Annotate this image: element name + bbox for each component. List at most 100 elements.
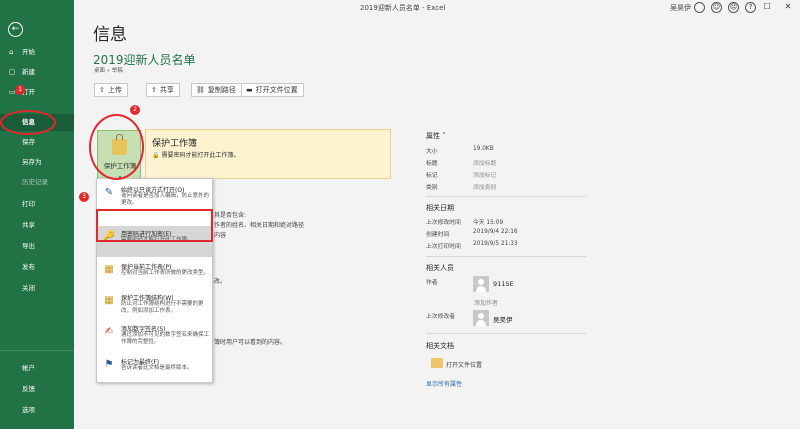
nav-item-label: 发布 — [22, 263, 35, 271]
copy-path-label: 复制路径 — [207, 86, 236, 94]
nav-item-close[interactable]: 关闭 — [0, 280, 74, 297]
prop-value: 2019/9/4 22:16 — [473, 229, 518, 235]
workbook-structure-icon: ▦ — [104, 295, 114, 306]
prop-key: 大小 — [426, 149, 438, 155]
last-modified-by-name: 吴昊伊 — [493, 316, 513, 324]
prop-category: 类别 添加类别 — [426, 182, 626, 192]
user-avatar-icon[interactable] — [694, 2, 705, 13]
prop-key: 上次修改者 — [426, 314, 455, 320]
protect-workbook-title: 保护工作簿 — [152, 139, 198, 149]
menu-item-protect-workbook-structure[interactable]: ▦ 保护工作簿结构(W) 防止对工作簿结构进行不需要的更改，例如添加工作表。 — [97, 290, 212, 321]
nav-item-open[interactable]: ▭ 打开 — [0, 84, 74, 101]
copy-path-button[interactable]: ⛓ 复制路径 — [191, 83, 242, 97]
open-file-location-link[interactable]: 打开文件位置 — [446, 360, 482, 369]
upload-icon: ⇧ — [99, 86, 105, 94]
restore-button[interactable]: ☐ — [758, 0, 776, 14]
divider — [426, 333, 586, 334]
close-window-button[interactable]: ✕ — [779, 0, 797, 14]
minimize-button[interactable] — [738, 0, 756, 14]
related-dates-title: 相关日期 — [426, 204, 454, 212]
annotation-badge-2: 2 — [130, 105, 140, 115]
share-button[interactable]: ⇪ 共享 — [146, 83, 180, 97]
menu-item-protect-current-sheet[interactable]: ▦ 保护当前工作表(P) 控制对当前工作表所做的更改类型。 — [97, 259, 212, 290]
nav-item-home[interactable]: ⌂ 开始 — [0, 44, 74, 61]
protect-desc-text: 需要密码才能打开此工作簿。 — [161, 152, 240, 159]
prop-title: 标题 添加标题 — [426, 158, 626, 168]
menu-item-add-digital-signature[interactable]: ✍ 添加数字签名(S) 通过添加不可见的数字签名来确保工作簿的完整性。 — [97, 321, 212, 352]
menu-item-desc: 通过添加不可见的数字签名来确保工作簿的完整性。 — [121, 332, 210, 345]
menu-item-mark-as-final[interactable]: ⚑ 标记为最终(F) 告诉读者此文档是最终版本。 — [97, 354, 212, 385]
nav-item-publish[interactable]: 发布 — [0, 259, 74, 276]
home-icon: ⌂ — [9, 48, 14, 56]
inspect-text: 作者的姓名、相关日期和绝对路径 — [214, 222, 305, 229]
nav-item-print[interactable]: 打印 — [0, 196, 74, 213]
upload-label: 上传 — [107, 86, 122, 94]
nav-item-label: 新建 — [22, 68, 35, 76]
signed-in-user[interactable]: 吴昊伊 — [670, 3, 691, 13]
nav-item-save-as[interactable]: 另存为 — [0, 154, 74, 171]
add-tags-field[interactable]: 添加标记 — [473, 170, 496, 179]
add-category-field[interactable]: 添加类别 — [473, 182, 496, 191]
breadcrumb: 桌面 » 举稿 — [94, 68, 123, 74]
nav-item-save[interactable]: 保存 — [0, 134, 74, 151]
versions-text: 改。 — [214, 278, 227, 285]
divider — [426, 196, 586, 197]
prop-size: 大小 19.0KB — [426, 146, 626, 156]
prop-key: 标题 — [426, 161, 438, 167]
inspect-text: 其是否包含: — [214, 212, 247, 219]
open-file-location-button[interactable]: ▬ 打开文件位置 — [241, 83, 304, 97]
prop-value: 2019/9/5 21:33 — [473, 241, 518, 247]
page-title: 信息 — [93, 25, 127, 45]
sheet-lock-icon: ▦ — [104, 264, 114, 275]
avatar — [473, 276, 489, 292]
share-label: 共享 — [159, 86, 174, 94]
folder-icon: ▬ — [246, 86, 253, 94]
menu-item-desc: 告诉读者此文档是最终版本。 — [121, 365, 193, 371]
nav-item-label: 反馈 — [22, 385, 35, 393]
nav-item-label: 历史记录 — [22, 178, 48, 186]
prop-key: 作者 — [426, 280, 438, 286]
annotation-badge-1: 1 — [15, 85, 25, 95]
avatar — [473, 310, 489, 326]
protect-workbook-desc: 🔒 需要密码才能打开此工作簿。 — [152, 150, 240, 159]
add-title-field[interactable]: 添加标题 — [473, 158, 496, 167]
nav-item-export[interactable]: 导出 — [0, 238, 74, 255]
browser-view-text: 簿时用户可以看到的内容。 — [214, 339, 287, 346]
nav-item-label: 开始 — [22, 48, 35, 56]
prop-author: 作者 — [426, 277, 626, 287]
nav-item-feedback[interactable]: 反馈 — [0, 381, 74, 398]
smiley-icon[interactable]: ☺ — [711, 2, 722, 13]
properties-title[interactable]: 属性 ˅ — [426, 131, 446, 141]
back-arrow-icon[interactable]: ← — [8, 22, 23, 37]
menu-item-desc: 控制对当前工作表所做的更改类型。 — [121, 270, 210, 276]
nav-item-account[interactable]: 帐户 — [0, 360, 74, 377]
nav-item-options[interactable]: 选项 — [0, 402, 74, 419]
related-documents-title: 相关文档 — [426, 342, 454, 350]
share-icon: ⇪ — [151, 86, 157, 94]
link-icon: ⛓ — [196, 86, 205, 94]
nav-item-label: 帐户 — [22, 364, 35, 372]
author-name: 911SE — [493, 280, 514, 288]
show-all-properties-link[interactable]: 显示所有属性 — [426, 379, 462, 388]
add-author-link[interactable]: 添加作者 — [474, 298, 498, 307]
related-people-title: 相关人员 — [426, 264, 454, 272]
protect-workbook-panel: 保护工作簿 🔒 需要密码才能打开此工作簿。 — [145, 129, 391, 179]
nav-item-share[interactable]: 共享 — [0, 217, 74, 234]
nav-item-new[interactable]: ▢ 新建 — [0, 64, 74, 81]
sidebar-divider — [0, 350, 74, 351]
title-bar: 2019迎新人员名单 - Excel 吴昊伊 ☺ ☹ ? ☐ ✕ — [74, 0, 800, 16]
menu-item-desc: 询问读者是否加入编辑，防止意外的更改。 — [121, 193, 210, 206]
open-file-location-label: 打开文件位置 — [255, 86, 298, 94]
prop-key: 标记 — [426, 173, 438, 179]
lock-icon: 🔒 — [152, 152, 160, 159]
nav-item-label: 打印 — [22, 200, 35, 208]
nav-item-label: 另存为 — [22, 158, 42, 166]
nav-item-label: 共享 — [22, 221, 35, 229]
nav-item-label: 关闭 — [22, 284, 35, 292]
nav-item-label: 导出 — [22, 242, 35, 250]
prop-last-printed: 上次打印时间 2019/9/5 21:33 — [426, 241, 626, 251]
annotation-circle-protect — [89, 114, 144, 180]
nav-item-history: 历史记录 — [0, 174, 74, 191]
prop-tags: 标记 添加标记 — [426, 170, 626, 180]
upload-button[interactable]: ⇧ 上传 — [94, 83, 128, 97]
